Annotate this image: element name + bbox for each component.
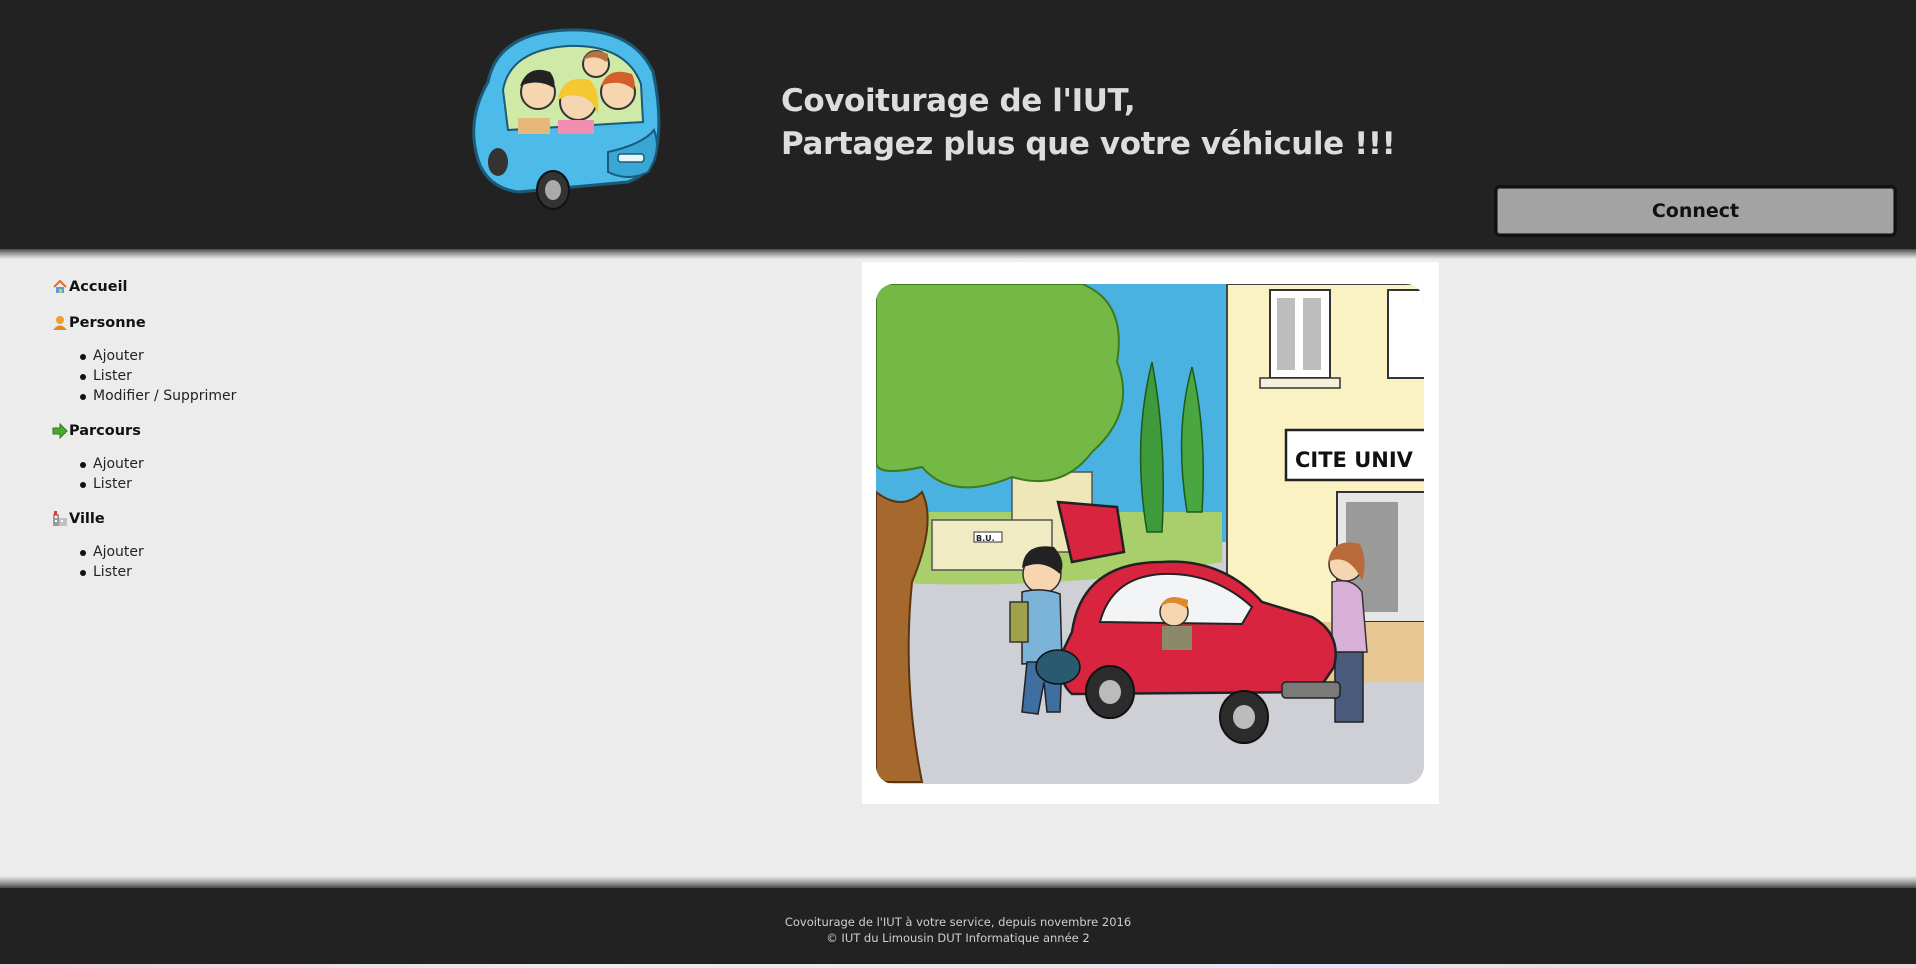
parcours-lister-link[interactable]: Lister xyxy=(80,474,372,494)
sidebar-item-accueil[interactable]: Accueil xyxy=(52,276,372,298)
sidebar-item-parcours[interactable]: Parcours xyxy=(52,420,372,442)
sidebar-item-label: Personne xyxy=(69,315,146,331)
personne-ajouter-link[interactable]: Ajouter xyxy=(80,346,372,366)
carpool-scene-image: B.U. CITE UNIV xyxy=(876,284,1424,784)
personne-modifier-supprimer-link[interactable]: Modifier / Supprimer xyxy=(80,386,372,406)
parcours-submenu: Ajouter Lister xyxy=(80,454,372,494)
site-header: Covoiturage de l'IUT, Partagez plus que … xyxy=(0,0,1916,249)
carpool-car-logo xyxy=(472,28,661,210)
ville-ajouter-link[interactable]: Ajouter xyxy=(80,542,372,562)
sidebar-item-label: Parcours xyxy=(69,423,141,439)
sidebar-item-ville[interactable]: Ville xyxy=(52,508,372,530)
connect-button[interactable]: Connect xyxy=(1494,185,1897,237)
personne-lister-link[interactable]: Lister xyxy=(80,366,372,386)
footer-divider xyxy=(0,876,1916,888)
personne-submenu: Ajouter Lister Modifier / Supprimer xyxy=(80,346,372,406)
footer-line-1: Covoiturage de l'IUT à votre service, de… xyxy=(784,915,1132,929)
footer-copyright: © IUT du Limousin DUT Informatique année… xyxy=(826,931,1090,945)
site-footer: Covoiturage de l'IUT à votre service, de… xyxy=(0,888,1916,964)
arrow-icon xyxy=(52,423,68,439)
page-title: Covoiturage de l'IUT, Partagez plus que … xyxy=(781,80,1396,166)
cite-univ-sign-text: CITE UNIV xyxy=(1295,448,1414,472)
bottom-edge xyxy=(0,964,1916,968)
sidebar-menu: Accueil Personne Ajouter Lister Modifier… xyxy=(52,276,372,596)
person-icon xyxy=(53,316,67,330)
carpool-illustration: B.U. CITE UNIV xyxy=(862,262,1439,804)
ville-lister-link[interactable]: Lister xyxy=(80,562,372,582)
sidebar-item-label: Accueil xyxy=(69,279,128,295)
city-icon xyxy=(53,511,67,526)
sidebar-item-personne[interactable]: Personne xyxy=(52,312,372,334)
sidebar-item-label: Ville xyxy=(69,511,105,527)
parcours-ajouter-link[interactable]: Ajouter xyxy=(80,454,372,474)
title-line-2: Partagez plus que votre véhicule !!! xyxy=(781,126,1396,162)
header-divider xyxy=(0,249,1916,259)
ville-submenu: Ajouter Lister xyxy=(80,542,372,582)
title-line-1: Covoiturage de l'IUT, xyxy=(781,83,1136,119)
home-icon xyxy=(53,279,67,293)
bu-sign-text: B.U. xyxy=(976,534,995,543)
